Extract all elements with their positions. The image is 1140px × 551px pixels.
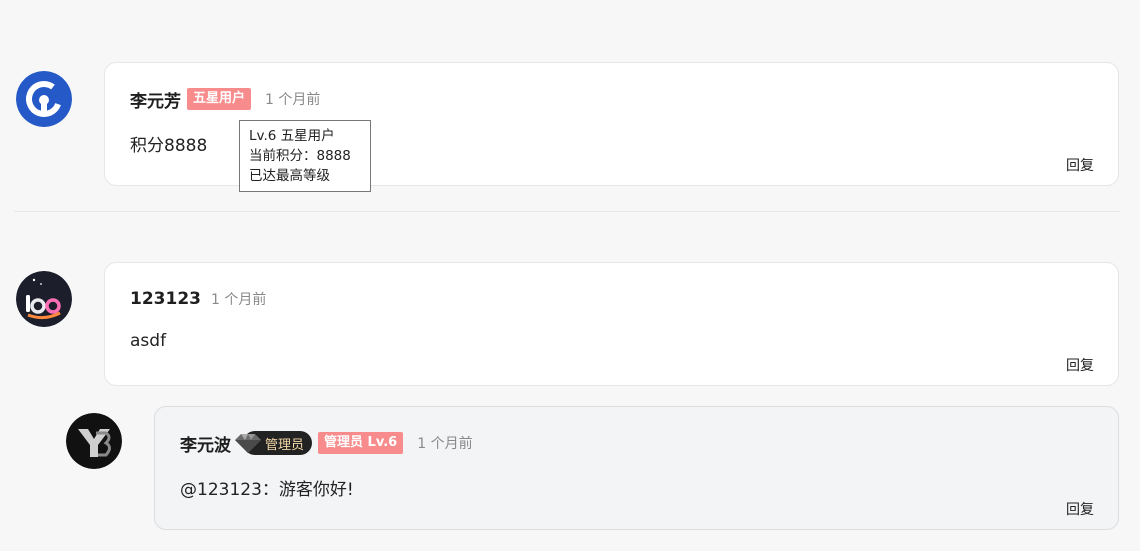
comment-header: 李元芳 五星用户 1 个月前 [130,87,321,112]
comment-content: asdf [130,331,167,351]
avatar[interactable] [66,413,122,469]
admin-tag-label: 管理员 [265,437,305,453]
user-avatar-icon [16,271,72,327]
divider [14,211,1120,212]
admin-avatar-icon [66,413,122,469]
avatar[interactable] [16,71,72,127]
comment-author[interactable]: 123123 [130,289,201,309]
admin-tag: 管理员 [235,431,313,455]
tooltip-status: 已达最高等级 [249,168,330,184]
reply-button[interactable]: 回复 [1066,355,1094,375]
comment-time: 1 个月前 [265,92,321,108]
reply-time: 1 个月前 [417,436,473,452]
avatar[interactable] [16,271,72,327]
tooltip-level: Lv.6 五星用户 [249,128,335,144]
comment-card: 123123 1 个月前 asdf 回复 [104,262,1119,386]
tooltip-points: 当前积分：8888 [249,148,351,164]
user-level-badge[interactable]: 五星用户 [187,88,252,110]
reply-card: 李元波 管理员 管理员 Lv.6 1 个月前 @123123：游客你好! 回复 [154,406,1119,530]
diamond-icon [235,434,261,453]
user-level-badge[interactable]: 管理员 Lv.6 [318,432,404,454]
user-avatar-icon [16,71,72,127]
comment-author[interactable]: 李元芳 [130,87,181,112]
reply-content: @123123：游客你好! [180,480,354,500]
comment-time: 1 个月前 [210,292,267,308]
reply-header: 李元波 管理员 管理员 Lv.6 1 个月前 [180,431,473,456]
reply-button[interactable]: 回复 [1066,499,1094,519]
level-tooltip: Lv.6 五星用户 当前积分：8888 已达最高等级 [239,120,371,192]
reply-author[interactable]: 李元波 [180,431,231,456]
reply-button[interactable]: 回复 [1066,155,1094,175]
comment-header: 123123 1 个月前 [130,287,266,311]
comment-content: 积分8888 [130,136,208,156]
